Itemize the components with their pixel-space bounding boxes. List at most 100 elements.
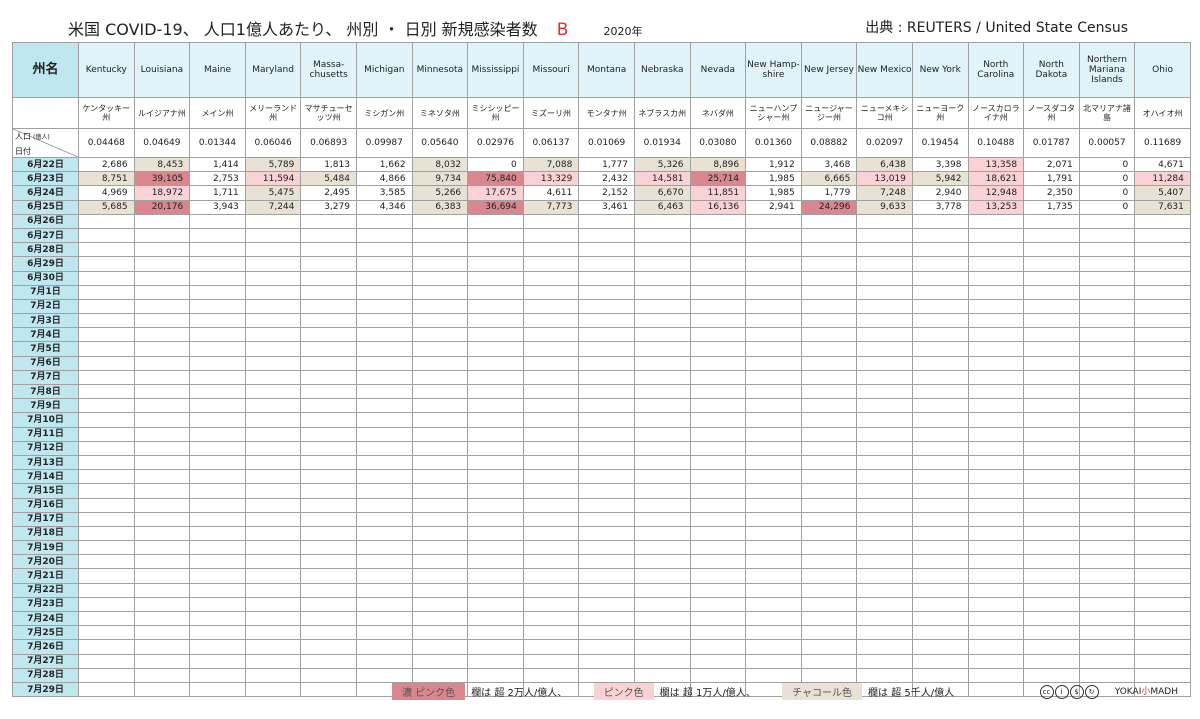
case-cell — [745, 313, 802, 329]
date-cell: 7月17日 — [12, 511, 79, 527]
case-cell — [1134, 582, 1191, 598]
table-row: 7月6日 — [12, 355, 1191, 371]
table-row: 7月23日 — [12, 596, 1191, 613]
case-cell — [633, 313, 691, 329]
state-header-jp: 北マリアナ諸島 — [1078, 97, 1136, 129]
case-cell — [300, 383, 357, 400]
state-population: 0.09987 — [355, 128, 413, 158]
case-cell — [78, 554, 135, 570]
case-cell — [522, 369, 580, 386]
case-cell — [355, 540, 413, 556]
case-cell — [856, 625, 913, 641]
case-cell — [467, 426, 524, 442]
state-header-en: Northern Mariana Islands — [1078, 42, 1136, 98]
case-cell — [467, 341, 524, 357]
date-cell: 6月25日 — [12, 199, 79, 215]
case-cell — [800, 298, 858, 315]
case-cell — [911, 369, 969, 386]
table-row: 7月21日 — [12, 568, 1191, 584]
case-cell — [244, 596, 302, 613]
case-cell — [133, 412, 191, 428]
case-cell — [800, 454, 858, 471]
case-cell — [78, 383, 135, 400]
case-cell — [967, 298, 1025, 315]
table-row: 6月27日 — [12, 227, 1191, 244]
case-cell — [244, 369, 302, 386]
legend-dark-pink-text: 欄は 超 2万人/億人、 — [471, 688, 568, 699]
case-cell: 3,943 — [189, 199, 246, 215]
case-cell — [689, 341, 747, 357]
case-cell — [689, 469, 747, 485]
case-cell — [578, 213, 635, 229]
case-cell — [133, 256, 191, 272]
case-cell — [467, 398, 524, 414]
date-cell: 7月5日 — [12, 341, 79, 357]
case-cell — [467, 213, 524, 229]
case-cell — [189, 213, 246, 229]
case-cell — [189, 313, 246, 329]
case-cell — [689, 227, 747, 244]
case-cell — [633, 426, 691, 442]
case-cell — [800, 256, 858, 272]
case-cell — [633, 270, 691, 286]
case-cell — [78, 540, 135, 556]
case-cell — [522, 355, 580, 371]
date-cell: 7月7日 — [12, 369, 79, 386]
case-cell — [78, 341, 135, 357]
case-cell — [355, 610, 413, 627]
case-cell — [1023, 426, 1080, 442]
case-cell — [78, 511, 135, 527]
corner-state-label: 州名 — [12, 42, 79, 98]
case-cell — [856, 653, 913, 669]
case-cell — [411, 213, 469, 229]
state-header-jp: ニューヨーク州 — [911, 97, 969, 129]
case-cell — [1023, 256, 1080, 272]
state-header-en: Missouri — [522, 42, 580, 98]
header-row-japanese: ケンタッキー州 ルイジアナ州 メイン州 メリーランド州 マサチューセッツ州 ミシガン州 ミネ… — [12, 97, 1191, 129]
case-cell — [189, 355, 246, 371]
case-cell: 4,866 — [355, 171, 413, 187]
table-row: 7月16日 — [12, 497, 1191, 513]
case-cell — [578, 284, 635, 300]
case-cell: 5,475 — [244, 185, 302, 201]
case-cell — [689, 369, 747, 386]
case-cell — [355, 525, 413, 542]
case-cell: 12,948 — [967, 185, 1025, 201]
case-cell — [689, 298, 747, 315]
case-cell — [467, 355, 524, 371]
case-cell — [1078, 639, 1136, 655]
case-cell — [745, 341, 802, 357]
case-cell — [911, 213, 969, 229]
case-cell — [800, 596, 858, 613]
case-cell — [689, 383, 747, 400]
case-cell — [467, 582, 524, 598]
case-cell — [1078, 667, 1136, 683]
case-cell — [1134, 568, 1191, 584]
case-cell — [1134, 256, 1191, 272]
case-cell — [522, 653, 580, 669]
case-cell — [189, 596, 246, 613]
case-cell — [78, 369, 135, 386]
case-cell — [800, 398, 858, 414]
case-cell — [578, 568, 635, 584]
date-cell: 7月14日 — [12, 469, 79, 485]
state-population: 0.00057 — [1078, 128, 1136, 158]
case-cell — [633, 582, 691, 598]
table-row: 7月15日 — [12, 483, 1191, 499]
date-cell: 7月15日 — [12, 483, 79, 499]
case-cell — [244, 625, 302, 641]
state-header-jp: ミネソタ州 — [411, 97, 469, 129]
date-cell: 7月18日 — [12, 525, 79, 542]
case-cell — [578, 383, 635, 400]
case-cell — [689, 242, 747, 258]
case-cell — [856, 341, 913, 357]
state-population: 0.02976 — [467, 128, 524, 158]
case-cell — [411, 341, 469, 357]
case-cell — [300, 582, 357, 598]
state-population: 0.03080 — [689, 128, 747, 158]
case-cell — [967, 256, 1025, 272]
case-cell — [911, 454, 969, 471]
case-cell: 18,621 — [967, 171, 1025, 187]
case-cell — [78, 213, 135, 229]
state-header-jp: ニュージャージー州 — [800, 97, 858, 129]
